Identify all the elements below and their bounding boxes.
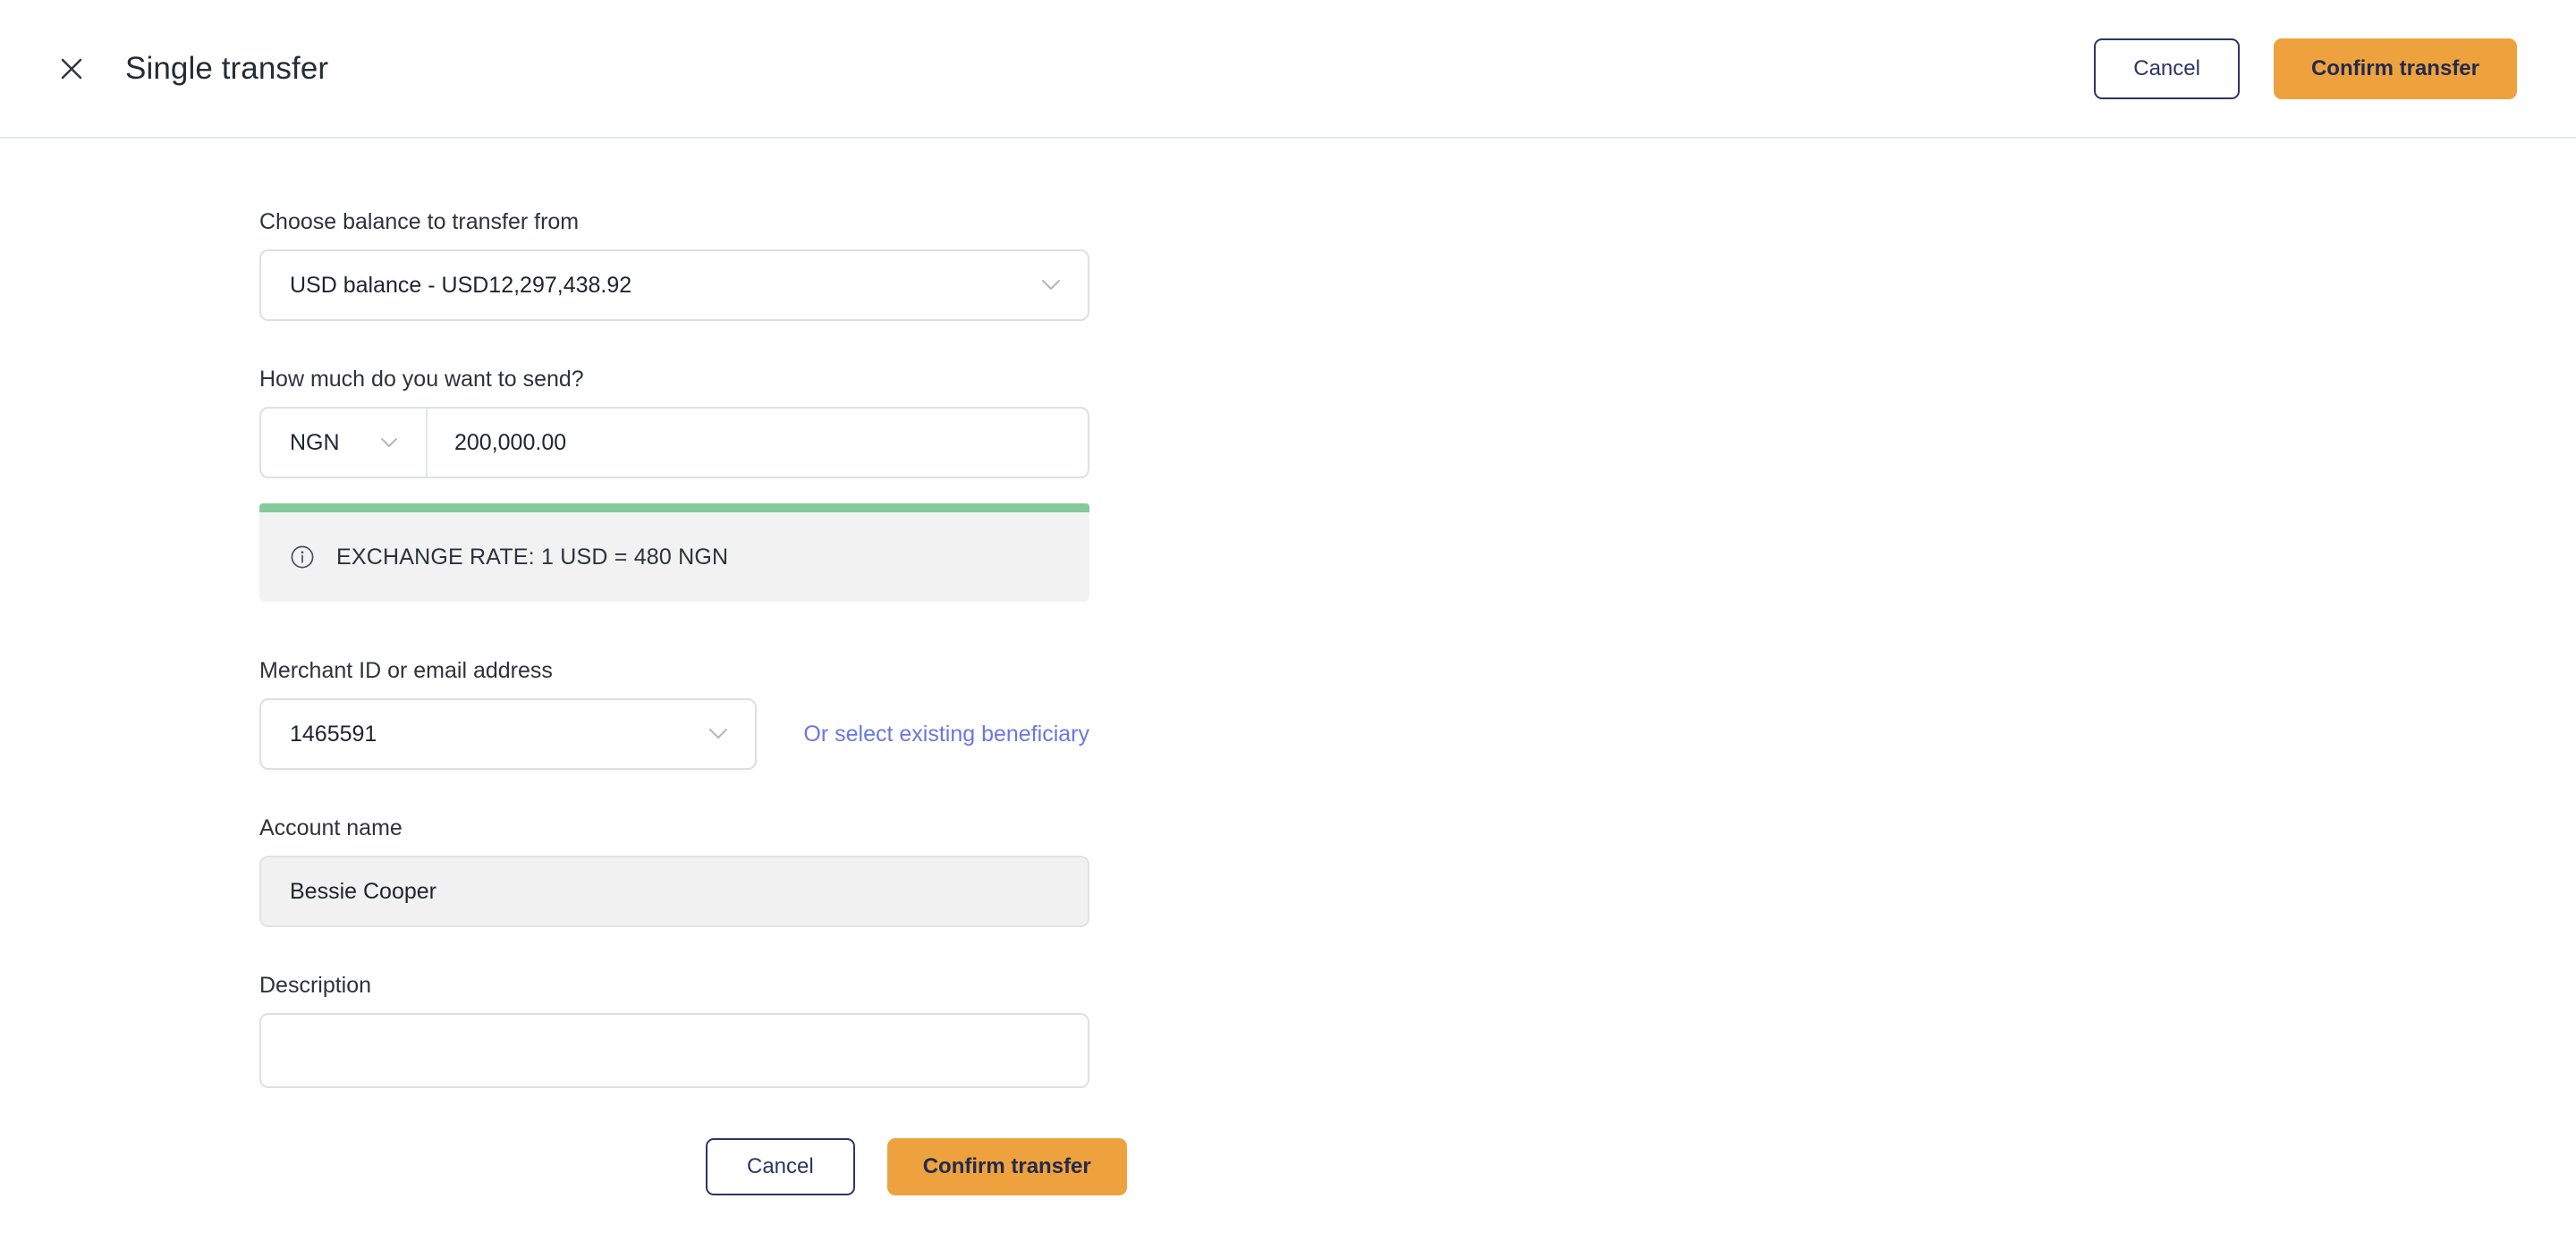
account-name-label: Account name (259, 815, 402, 840)
currency-select[interactable]: NGN (261, 409, 428, 477)
amount-input[interactable]: 200,000.00 (428, 409, 1088, 477)
transfer-form: Choose balance to transfer from USD bala… (259, 208, 1127, 1195)
header-actions: Cancel Confirm transfer (2094, 38, 2517, 99)
chevron-down-icon (377, 431, 401, 454)
info-circle-icon (288, 543, 317, 571)
choose-balance-value: USD balance - USD12,297,438.92 (290, 272, 632, 298)
merchant-id-select[interactable]: 1465591 (259, 698, 758, 770)
close-icon[interactable] (54, 51, 89, 87)
header-confirm-transfer-button[interactable]: Confirm transfer (2273, 38, 2517, 99)
field-description: Description (259, 972, 1089, 1088)
description-label: Description (259, 973, 372, 998)
account-name-field: Bessie Cooper (259, 856, 1089, 927)
chevron-down-icon (707, 722, 730, 746)
exchange-rate-banner: EXCHANGE RATE: 1 USD = 480 NGN (259, 503, 1089, 602)
chevron-down-icon (1039, 274, 1063, 297)
select-existing-beneficiary-link[interactable]: Or select existing beneficiary (803, 722, 1089, 747)
account-name-value: Bessie Cooper (290, 878, 436, 904)
send-amount-label: How much do you want to send? (259, 367, 584, 392)
choose-balance-label: Choose balance to transfer from (259, 209, 580, 234)
app-header: Single transfer Cancel Confirm transfer (0, 0, 2576, 139)
page-title: Single transfer (125, 50, 329, 86)
merchant-id-row: 1465591 Or select existing beneficiary (259, 698, 1089, 770)
form-actions: Cancel Confirm transfer (259, 1138, 1127, 1195)
amount-control-group: NGN 200,000.00 (259, 407, 1089, 478)
field-merchant-id: Merchant ID or email address 1465591 Or … (259, 657, 1089, 770)
footer-cancel-button[interactable]: Cancel (706, 1138, 855, 1195)
field-account-name: Account name Bessie Cooper (259, 815, 1089, 927)
transfer-form-content: Choose balance to transfer from USD bala… (0, 139, 2576, 1195)
choose-balance-select[interactable]: USD balance - USD12,297,438.92 (259, 249, 1089, 321)
footer-confirm-transfer-button[interactable]: Confirm transfer (886, 1138, 1127, 1195)
merchant-id-label: Merchant ID or email address (259, 658, 553, 683)
field-choose-balance: Choose balance to transfer from USD bala… (259, 208, 1089, 321)
merchant-id-value: 1465591 (290, 721, 377, 747)
description-input[interactable] (259, 1013, 1089, 1088)
field-send-amount: How much do you want to send? NGN 200,00… (259, 366, 1089, 602)
currency-value: NGN (290, 429, 340, 455)
header-left-group: Single transfer (54, 51, 328, 87)
exchange-rate-text: EXCHANGE RATE: 1 USD = 480 NGN (336, 544, 729, 570)
header-cancel-button[interactable]: Cancel (2094, 38, 2240, 99)
amount-value: 200,000.00 (454, 429, 567, 455)
